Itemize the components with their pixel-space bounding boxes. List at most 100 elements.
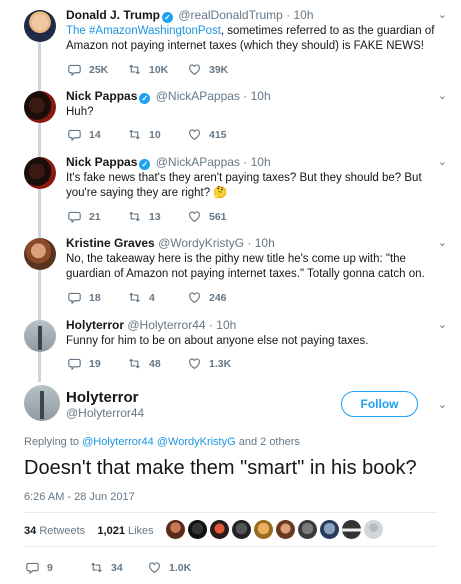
heart-icon xyxy=(189,64,200,76)
liker-avatar[interactable] xyxy=(188,520,207,539)
liker-avatar[interactable] xyxy=(232,520,251,539)
reply-count: 9 xyxy=(47,561,53,574)
chevron-down-icon[interactable]: ⌄ xyxy=(438,236,447,249)
display-name[interactable]: Donald J. Trump xyxy=(66,8,160,22)
tweet-item[interactable]: Holyterror @Holyterror44 · 10h ⌄ Funny f… xyxy=(0,318,461,376)
likes-stat[interactable]: 1,021 Likes xyxy=(97,525,153,537)
avatar[interactable] xyxy=(24,385,60,421)
display-name[interactable]: Kristine Graves xyxy=(66,236,155,250)
tweet-time[interactable]: 10h xyxy=(216,318,236,332)
heart-icon xyxy=(149,562,160,574)
reply-icon xyxy=(26,562,39,574)
reply-button[interactable]: 19 xyxy=(68,357,101,370)
separator-dot: · xyxy=(243,155,248,169)
like-button[interactable]: 415 xyxy=(188,128,227,141)
tweet-item[interactable]: Nick Pappas ✓ @NickAPappas · 10h ⌄ It's f… xyxy=(0,155,461,227)
like-button[interactable]: 561 xyxy=(188,210,227,223)
tweet-header: Nick Pappas ✓ @NickAPappas · 10h xyxy=(66,89,271,104)
tweet-item[interactable]: Nick Pappas ✓ @NickAPappas · 10h ⌄ Huh? 1… xyxy=(0,89,461,147)
display-name[interactable]: Nick Pappas xyxy=(66,155,137,169)
chevron-down-icon[interactable]: ⌄ xyxy=(438,318,447,331)
retweet-icon xyxy=(129,64,140,75)
verified-badge-icon: ✓ xyxy=(139,159,151,170)
retweet-button[interactable]: 13 xyxy=(128,210,161,223)
like-count: 415 xyxy=(209,128,227,141)
user-handle[interactable]: @Holyterror44 xyxy=(127,318,205,332)
retweet-icon xyxy=(129,358,140,369)
user-handle[interactable]: @WordyKristyG xyxy=(158,236,244,250)
reply-button[interactable]: 21 xyxy=(68,210,101,223)
chevron-down-icon[interactable]: ⌄ xyxy=(438,8,447,21)
retweet-count: 48 xyxy=(149,357,161,370)
retweets-stat[interactable]: 34 Retweets xyxy=(24,525,85,537)
engagement-stats: 34 Retweets 1,021 Likes xyxy=(24,525,154,537)
tweet-time[interactable]: 10h xyxy=(251,89,271,103)
reply-button[interactable]: 14 xyxy=(68,128,101,141)
reply-icon xyxy=(68,292,81,304)
heart-icon xyxy=(189,358,200,370)
chevron-down-icon[interactable]: ⌄ xyxy=(438,398,447,411)
reply-count: 25K xyxy=(89,63,109,76)
replying-suffix[interactable]: and 2 others xyxy=(239,436,300,448)
avatar[interactable] xyxy=(24,10,56,42)
divider xyxy=(24,512,437,513)
liker-avatar[interactable] xyxy=(276,520,295,539)
tweet-timestamp[interactable]: 6:26 AM - 28 Jun 2017 xyxy=(24,491,135,503)
tweet-text: Funny for him to be on about anyone else… xyxy=(66,335,369,347)
reply-button[interactable]: 18 xyxy=(68,291,101,304)
retweet-button[interactable]: 10K xyxy=(128,63,168,76)
user-handle[interactable]: @Holyterror44 xyxy=(66,406,144,420)
liker-avatar[interactable] xyxy=(298,520,317,539)
liker-avatar[interactable] xyxy=(364,520,383,539)
reply-button[interactable]: 25K xyxy=(68,63,108,76)
avatar[interactable] xyxy=(24,238,56,270)
reply-button[interactable]: 9 xyxy=(26,561,53,574)
retweet-button[interactable]: 34 xyxy=(90,561,123,574)
liker-avatar[interactable] xyxy=(342,520,361,539)
display-name[interactable]: Holyterror xyxy=(66,389,139,406)
user-handle[interactable]: @NickAPappas xyxy=(156,155,240,169)
reply-count: 14 xyxy=(89,128,101,141)
user-handle[interactable]: @NickAPappas xyxy=(156,89,240,103)
like-button[interactable]: 246 xyxy=(188,291,227,304)
replying-users-link[interactable]: @Holyterror44 @WordyKristyG xyxy=(82,436,236,448)
liker-avatar[interactable] xyxy=(166,520,185,539)
liker-avatar[interactable] xyxy=(320,520,339,539)
tweet-time[interactable]: 10h xyxy=(251,155,271,169)
replying-to: Replying to @Holyterror44 @WordyKristyG … xyxy=(24,436,300,448)
tweet-time[interactable]: 10h xyxy=(294,8,314,22)
like-button[interactable]: 1.0K xyxy=(148,561,191,574)
tweet-header: Nick Pappas ✓ @NickAPappas · 10h xyxy=(66,155,271,170)
tweet-header: Kristine Graves @WordyKristyG · 10h xyxy=(66,236,275,250)
liker-avatar[interactable] xyxy=(210,520,229,539)
heart-icon xyxy=(189,129,200,141)
retweet-button[interactable]: 10 xyxy=(128,128,161,141)
follow-button[interactable]: Follow xyxy=(341,391,418,417)
tweet-header: Holyterror @Holyterror44 · 10h xyxy=(66,318,236,332)
retweet-button[interactable]: 4 xyxy=(128,291,155,304)
display-name[interactable]: Nick Pappas xyxy=(66,89,137,103)
like-count: 1.3K xyxy=(209,357,232,370)
avatar[interactable] xyxy=(24,320,56,352)
chevron-down-icon[interactable]: ⌄ xyxy=(438,155,447,168)
tweet-item[interactable]: Kristine Graves @WordyKristyG · 10h ⌄ No… xyxy=(0,236,461,308)
likes-stat-count: 1,021 xyxy=(97,525,125,537)
like-button[interactable]: 1.3K xyxy=(188,357,231,370)
user-handle[interactable]: @realDonaldTrump xyxy=(178,8,282,22)
liker-avatar[interactable] xyxy=(254,520,273,539)
tweet-time[interactable]: 10h xyxy=(255,236,275,250)
verified-badge-icon: ✓ xyxy=(162,12,174,23)
avatar[interactable] xyxy=(24,91,56,123)
avatar[interactable] xyxy=(24,157,56,189)
retweet-button[interactable]: 48 xyxy=(128,357,161,370)
tweet-text: It's fake news that's they aren't paying… xyxy=(66,172,422,199)
chevron-down-icon[interactable]: ⌄ xyxy=(438,89,447,102)
hashtag-link[interactable]: The #AmazonWashingtonPost xyxy=(66,25,221,37)
like-button[interactable]: 39K xyxy=(188,63,228,76)
reply-count: 19 xyxy=(89,357,101,370)
display-name[interactable]: Holyterror xyxy=(66,318,124,332)
reply-icon xyxy=(68,211,81,223)
separator-dot: · xyxy=(243,89,248,103)
verified-badge-icon: ✓ xyxy=(139,93,151,104)
tweet-item[interactable]: Donald J. Trump ✓ @realDonaldTrump · 10h … xyxy=(0,8,461,80)
